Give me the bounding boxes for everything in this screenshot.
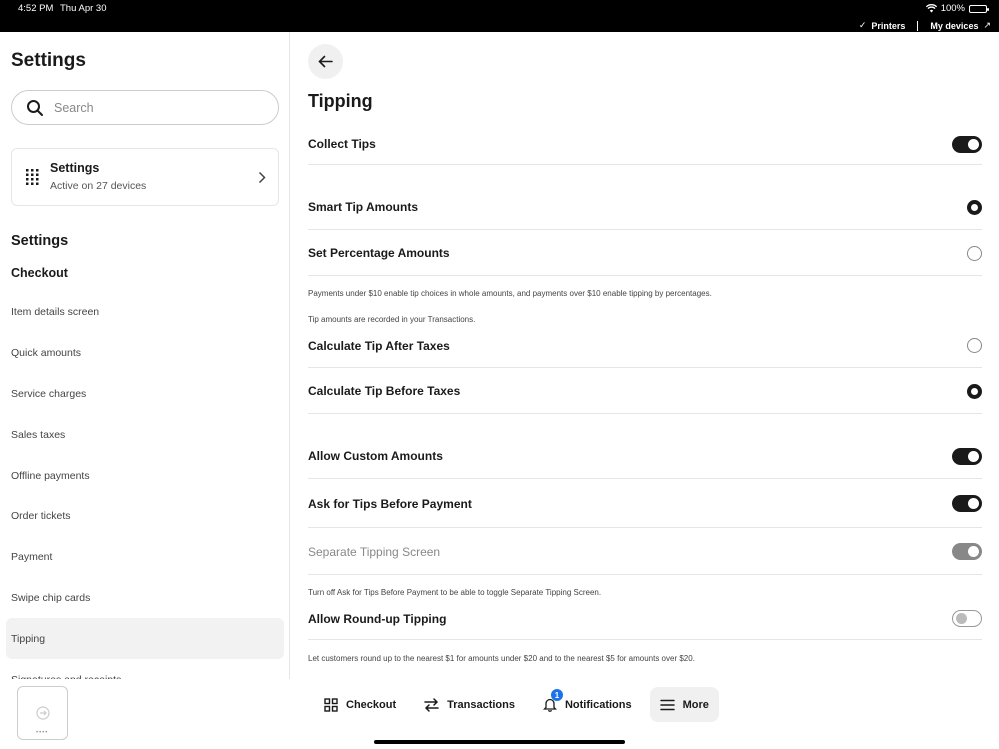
sidebar-title: Settings xyxy=(11,50,86,71)
divider xyxy=(917,20,919,31)
printers-link[interactable]: Printers xyxy=(871,21,905,31)
menu-icon xyxy=(659,699,675,710)
before-taxes-label: Calculate Tip Before Taxes xyxy=(308,384,461,398)
sidebar-item-swipe-chip-cards[interactable]: Swipe chip cards xyxy=(0,578,284,619)
section-heading: Settings xyxy=(11,233,69,249)
round-up-label: Allow Round-up Tipping xyxy=(308,611,447,626)
my-devices-link[interactable]: My devices xyxy=(930,21,978,31)
status-date: Thu Apr 30 xyxy=(60,3,107,14)
sidebar-item-service-charges[interactable]: Service charges xyxy=(0,374,284,415)
collect-tips-row: Collect Tips xyxy=(308,124,982,165)
smart-tip-label: Smart Tip Amounts xyxy=(308,200,419,214)
ask-before-toggle[interactable] xyxy=(952,495,982,512)
device-links: ✓ Printers My devices ↗ xyxy=(859,20,991,31)
tab-more[interactable]: More xyxy=(649,687,719,722)
ask-before-label: Ask for Tips Before Payment xyxy=(308,496,472,511)
battery-percent: 100% xyxy=(940,3,965,14)
keypad-icon xyxy=(26,169,39,185)
tabs: Checkout Transactions 1 Notifications Mo… xyxy=(314,687,727,722)
round-up-note: Let customers round up to the nearest $1… xyxy=(308,654,695,663)
sidebar-item-payment[interactable]: Payment xyxy=(0,537,284,578)
main-panel: Tipping Collect Tips Smart Tip Amounts S… xyxy=(291,32,999,679)
bottom-tab-bar: •••• Checkout Transactions 1 Notificatio… xyxy=(0,679,999,749)
section-subheading: Checkout xyxy=(11,266,68,280)
after-taxes-radio[interactable] xyxy=(967,338,982,353)
check-icon: ✓ xyxy=(858,20,867,30)
separate-screen-label: Separate Tipping Screen xyxy=(308,544,441,559)
custom-amounts-toggle[interactable] xyxy=(952,447,982,465)
custom-amounts-label: Allow Custom Amounts xyxy=(308,449,443,463)
dots-icon: •••• xyxy=(36,730,49,736)
external-arrow-icon: ↗ xyxy=(983,20,991,30)
tab-transactions-label: Transactions xyxy=(447,698,515,711)
before-taxes-radio[interactable] xyxy=(967,383,982,399)
after-taxes-row: Calculate Tip After Taxes xyxy=(308,324,982,368)
search-input[interactable] xyxy=(54,100,254,115)
set-percentage-radio[interactable] xyxy=(967,245,982,261)
sidebar: Settings Settings Active on 27 devices S… xyxy=(0,32,290,679)
wifi-icon xyxy=(925,4,937,13)
after-taxes-label: Calculate Tip After Taxes xyxy=(308,338,450,353)
sidebar-nav: Item details screen Quick amounts Servic… xyxy=(0,292,289,679)
app-switcher-thumbnail[interactable]: •••• xyxy=(17,686,68,740)
sidebar-item-order-tickets[interactable]: Order tickets xyxy=(0,496,284,537)
before-taxes-row: Calculate Tip Before Taxes xyxy=(308,369,982,414)
home-indicator[interactable] xyxy=(374,740,625,744)
sidebar-item-item-details-screen[interactable]: Item details screen xyxy=(0,292,284,333)
page-title: Tipping xyxy=(308,91,373,111)
swap-arrows-icon xyxy=(424,697,439,712)
sidebar-item-quick-amounts[interactable]: Quick amounts xyxy=(0,333,284,374)
round-up-toggle[interactable] xyxy=(952,610,982,627)
collect-tips-toggle[interactable] xyxy=(952,135,982,153)
chevron-right-icon xyxy=(258,171,266,184)
grid-icon xyxy=(324,697,338,712)
tab-checkout-label: Checkout xyxy=(346,698,397,711)
arrow-left-icon xyxy=(318,55,333,68)
custom-amounts-row: Allow Custom Amounts xyxy=(308,434,982,479)
sidebar-item-sales-taxes[interactable]: Sales taxes xyxy=(0,414,284,455)
device-card-subtitle: Active on 27 devices xyxy=(50,180,147,192)
sidebar-item-signatures-and-receipts[interactable]: Signatures and receipts xyxy=(0,659,284,679)
separate-screen-row: Separate Tipping Screen xyxy=(308,529,982,575)
tab-checkout[interactable]: Checkout xyxy=(314,687,406,722)
tab-notifications[interactable]: 1 Notifications xyxy=(533,687,642,722)
search-box[interactable] xyxy=(11,90,279,125)
separate-screen-note: Turn off Ask for Tips Before Payment to … xyxy=(308,588,602,597)
status-right: 100% xyxy=(925,3,989,14)
separate-screen-toggle[interactable] xyxy=(952,543,982,560)
battery-icon xyxy=(969,4,989,13)
set-percentage-label: Set Percentage Amounts xyxy=(308,246,450,260)
tip-recorded-note: Tip amounts are recorded in your Transac… xyxy=(308,315,476,324)
device-settings-card[interactable]: Settings Active on 27 devices xyxy=(11,148,279,206)
collect-tips-label: Collect Tips xyxy=(308,137,376,151)
back-button[interactable] xyxy=(308,44,343,79)
tab-transactions[interactable]: Transactions xyxy=(414,687,525,722)
device-card-title: Settings xyxy=(50,161,100,175)
ask-before-row: Ask for Tips Before Payment xyxy=(308,480,982,528)
sidebar-item-offline-payments[interactable]: Offline payments xyxy=(0,455,284,496)
set-percentage-row: Set Percentage Amounts xyxy=(308,231,982,276)
smart-tip-row: Smart Tip Amounts xyxy=(308,185,982,230)
notifications-badge: 1 xyxy=(550,689,563,701)
status-time: 4:52 PM xyxy=(18,3,54,14)
tab-more-label: More xyxy=(682,698,709,711)
sidebar-item-tipping[interactable]: Tipping xyxy=(6,618,284,660)
smart-tip-note: Payments under $10 enable tip choices in… xyxy=(308,289,712,298)
round-up-row: Allow Round-up Tipping xyxy=(308,598,982,640)
smart-tip-radio[interactable] xyxy=(967,199,982,215)
tab-notifications-label: Notifications xyxy=(564,698,632,711)
search-icon xyxy=(27,99,43,116)
status-bar: 4:52 PM Thu Apr 30 100% ✓ Printers My de… xyxy=(0,0,999,32)
arrow-circle-icon xyxy=(35,706,50,720)
